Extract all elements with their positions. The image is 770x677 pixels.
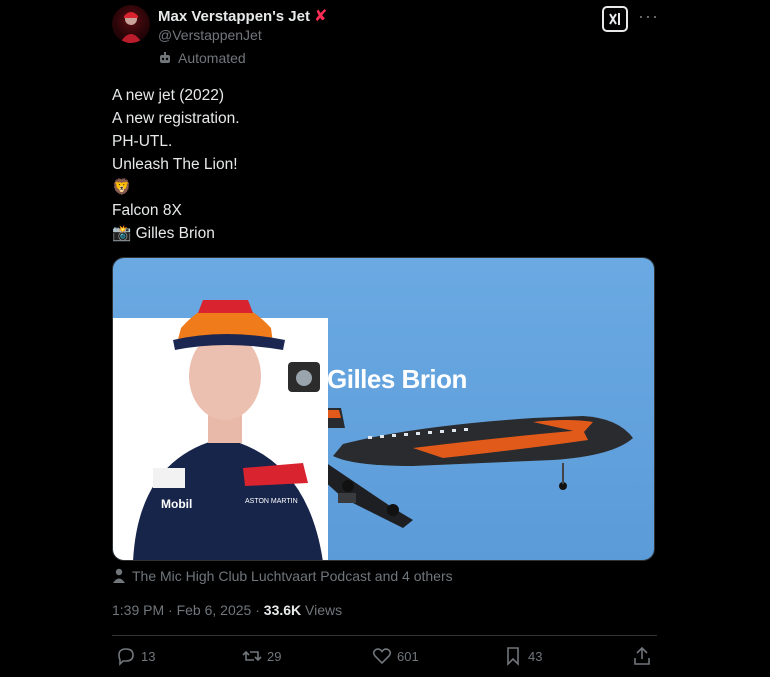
red-x-icon: ✘ <box>313 8 328 25</box>
robot-icon <box>160 52 170 63</box>
bookmark-icon <box>507 647 519 666</box>
reply-icon <box>118 648 134 666</box>
tweet-line: Falcon 8X <box>112 202 182 219</box>
reply-button[interactable]: 13 <box>116 646 155 666</box>
tweet-line: 📸 Gilles Brion <box>112 225 215 242</box>
bookmark-button[interactable]: 43 <box>503 646 542 666</box>
divider <box>112 635 657 636</box>
repost-icon <box>242 650 262 662</box>
driver-photo: Mobil ASTON MARTIN <box>113 300 328 560</box>
tweet-date[interactable]: Feb 6, 2025 <box>177 602 252 618</box>
tweet-line: 🦁 <box>112 179 132 196</box>
more-options-icon[interactable]: ··· <box>638 6 659 27</box>
views-label: Views <box>305 602 343 618</box>
tweet-line: A new jet (2022) <box>112 87 225 104</box>
repost-button[interactable]: 29 <box>242 646 281 666</box>
author-name[interactable]: Max Verstappen's Jet ✘ <box>158 6 327 26</box>
views-count: 33.6K <box>263 602 302 618</box>
grok-icon <box>609 13 620 25</box>
heart-icon <box>372 648 392 665</box>
liked-by-line[interactable]: The Mic High Club Luchtvaart Podcast and… <box>112 568 453 584</box>
automated-label: Automated <box>158 50 246 66</box>
action-bar: 13 29 601 43 <box>112 646 657 672</box>
share-button[interactable] <box>632 646 652 666</box>
grok-button[interactable] <box>602 6 628 32</box>
photo-credit-overlay: Gilles Brion <box>288 362 467 394</box>
tweet-line: Unleash The Lion! <box>112 156 238 173</box>
person-icon <box>113 568 125 583</box>
tweet-line: PH-UTL. <box>112 133 173 150</box>
tweet-line: A new registration. <box>112 110 240 127</box>
tweet-media-image[interactable]: Mobil ASTON MARTIN Gilles Brion <box>112 257 655 561</box>
sponsor-aston: ASTON MARTIN <box>245 498 298 505</box>
author-handle[interactable]: @VerstappenJet <box>158 27 262 43</box>
share-icon <box>634 646 650 665</box>
avatar[interactable] <box>112 5 150 43</box>
tweet-meta: 1:39 PM · Feb 6, 2025 · 33.6K Views <box>112 602 343 618</box>
svg-text:Gilles Brion: Gilles Brion <box>327 364 467 394</box>
sponsor-mobil: Mobil <box>161 497 192 511</box>
tweet-time[interactable]: 1:39 PM <box>112 602 164 618</box>
tweet-text: A new jet (2022) A new registration. PH-… <box>112 84 240 245</box>
like-button[interactable]: 601 <box>372 646 419 666</box>
